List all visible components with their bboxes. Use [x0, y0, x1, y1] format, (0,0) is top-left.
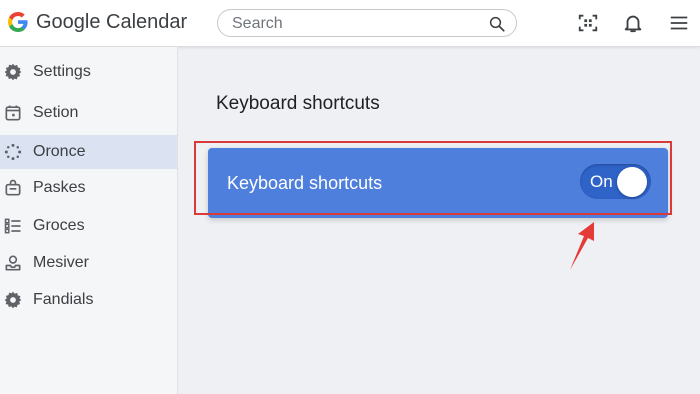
section-title: Keyboard shortcuts: [216, 93, 380, 114]
menu-icon[interactable]: [668, 12, 690, 34]
sidebar-item-label: Settings: [33, 63, 91, 80]
app-logo[interactable]: Google Calendar: [6, 10, 187, 34]
sidebar-item-groces[interactable]: Groces: [0, 209, 177, 243]
scan-icon[interactable]: [577, 12, 599, 34]
search-icon[interactable]: [488, 15, 506, 33]
gear-icon: [4, 291, 22, 309]
sidebar-item-label: Oronce: [33, 143, 86, 160]
sidebar-item-label: Groces: [33, 217, 85, 234]
sidebar-item-settings[interactable]: Settings: [0, 55, 177, 89]
sidebar-item-label: Setion: [33, 104, 79, 121]
dots-circle-icon: [4, 143, 22, 161]
gear-icon: [4, 63, 22, 81]
search-bar[interactable]: [217, 9, 517, 37]
google-g-icon: [8, 12, 28, 32]
sidebar-item-setion[interactable]: Setion: [0, 96, 177, 130]
bag-icon: [5, 179, 21, 196]
sidebar-item-oronce[interactable]: Oronce: [0, 135, 177, 169]
inbox-icon: [5, 255, 21, 271]
sidebar-item-label: Mesiver: [33, 254, 90, 271]
highlight-box: [194, 141, 672, 215]
top-app-bar: Google Calendar: [0, 0, 700, 47]
list-icon: [4, 218, 21, 234]
bell-icon[interactable]: [622, 12, 644, 34]
sidebar: Settings Setion Oronce Paskes Groces Mes…: [0, 47, 178, 394]
sidebar-item-paskes[interactable]: Paskes: [0, 171, 177, 205]
sidebar-item-label: Fandials: [33, 291, 94, 308]
sidebar-item-label: Paskes: [33, 179, 86, 196]
annotation-arrow-icon: [570, 222, 594, 270]
app-title: Google Calendar: [36, 10, 188, 33]
sidebar-item-fandials[interactable]: Fandials: [0, 283, 177, 317]
sidebar-item-mesiver[interactable]: Mesiver: [0, 246, 177, 280]
search-input[interactable]: [230, 13, 484, 35]
calendar-icon: [5, 105, 21, 121]
